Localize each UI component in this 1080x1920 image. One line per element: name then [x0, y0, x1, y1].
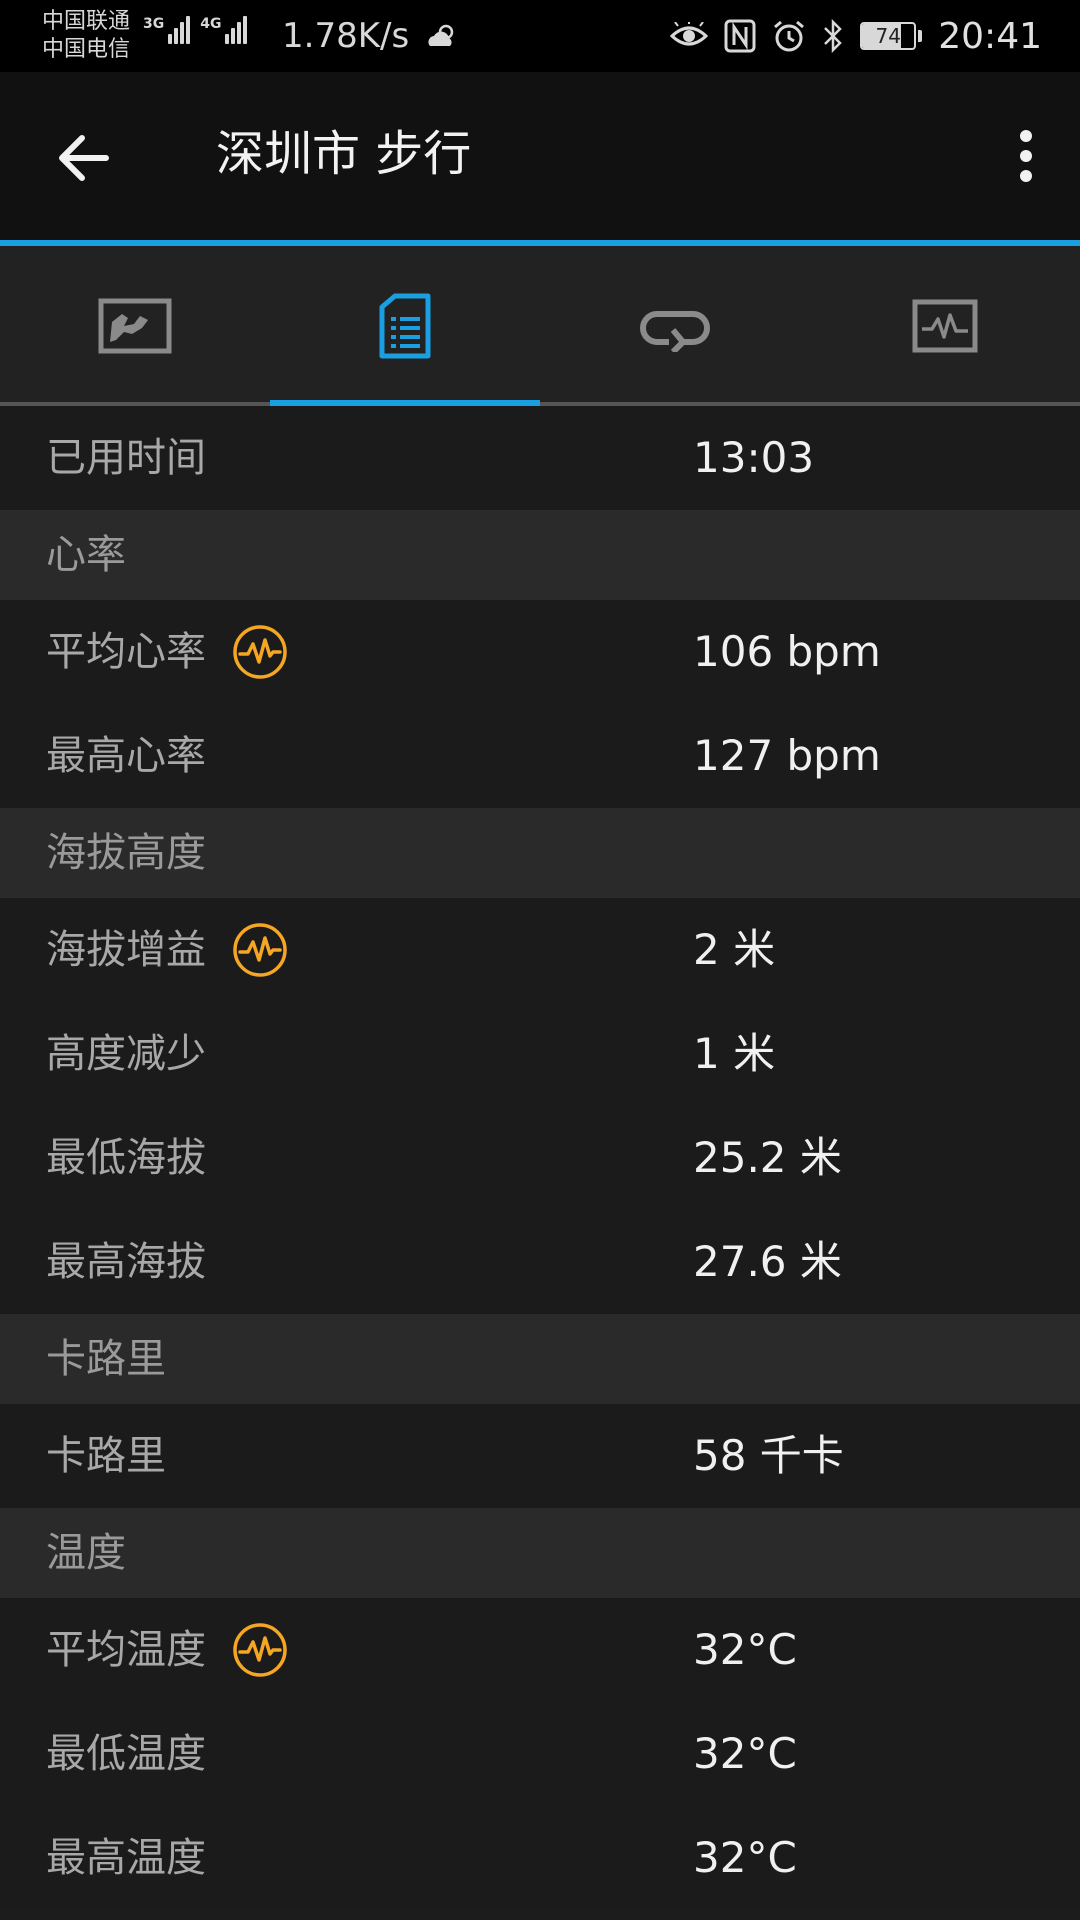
stat-label: 平均心率	[46, 629, 206, 675]
stat-value: 1 米	[693, 1029, 776, 1078]
battery-icon: 74	[860, 22, 917, 50]
section-header-label: 心率	[46, 532, 126, 578]
stat-value: 58 千卡	[693, 1431, 844, 1480]
bluetooth-icon	[824, 19, 843, 53]
stat-label: 最低温度	[46, 1731, 206, 1777]
stat-row-elapsed-time: 已用时间 13:03	[0, 406, 1080, 510]
status-icons: 74 20:41	[670, 10, 1042, 62]
stat-label: 最高海拔	[46, 1239, 206, 1285]
document-list-icon	[379, 293, 431, 359]
status-bar: 中国联通 中国电信 3G 4G 1.78K/s 74 20:41	[0, 0, 1080, 72]
stat-label: 平均温度	[46, 1627, 206, 1673]
stat-row-min-temp: 最低温度 32°C	[0, 1702, 1080, 1806]
stat-row-avg-hr[interactable]: 平均心率 106 bpm	[0, 600, 1080, 704]
stat-value: 106 bpm	[693, 627, 881, 676]
tab-details[interactable]	[270, 246, 540, 406]
laps-icon	[640, 311, 710, 352]
app-bar: 深圳市 步行	[0, 72, 1080, 240]
carrier-2: 中国电信	[42, 37, 131, 62]
stat-row-max-hr: 最高心率 127 bpm	[0, 704, 1080, 808]
alarm-icon	[774, 20, 805, 52]
section-header-label: 卡路里	[46, 1336, 166, 1382]
signal-4g-icon: 4G	[200, 16, 248, 44]
activity-chart-icon[interactable]	[232, 922, 288, 978]
stat-row-max-elev: 最高海拔 27.6 米	[0, 1210, 1080, 1314]
stat-row-avg-temp[interactable]: 平均温度 32°C	[0, 1598, 1080, 1702]
arrow-left-icon[interactable]	[52, 126, 116, 190]
carrier-names: 中国联通 中国电信	[42, 8, 130, 64]
map-icon	[98, 298, 172, 354]
signal-3g-icon: 3G	[143, 16, 191, 44]
battery-tip	[918, 30, 923, 42]
stat-value: 25.2 米	[693, 1133, 842, 1182]
page-title: 深圳市 步行	[216, 126, 472, 182]
stat-value: 27.6 米	[693, 1237, 842, 1286]
stat-label: 已用时间	[46, 435, 206, 481]
net-type-3g: 3G	[143, 16, 165, 32]
net-type-4g: 4G	[200, 16, 222, 32]
stat-row-elev-gain[interactable]: 海拔增益 2 米	[0, 898, 1080, 1002]
section-header-calories: 卡路里	[0, 1314, 1080, 1404]
tab-charts[interactable]	[810, 246, 1080, 406]
battery-level: 74	[875, 24, 901, 48]
section-header-label: 海拔高度	[46, 830, 206, 876]
stat-label: 最高心率	[46, 733, 206, 779]
stat-value: 32°C	[693, 1625, 797, 1674]
stat-value: 13:03	[693, 433, 815, 482]
stat-row-calories: 卡路里 58 千卡	[0, 1404, 1080, 1508]
more-vertical-icon[interactable]	[1006, 126, 1046, 190]
tab-bar	[0, 246, 1080, 406]
activity-chart-icon[interactable]	[232, 1622, 288, 1678]
stat-value: 2 米	[693, 925, 776, 974]
stat-row-min-elev: 最低海拔 25.2 米	[0, 1106, 1080, 1210]
stat-label: 最高温度	[46, 1835, 206, 1881]
stat-value: 127 bpm	[693, 731, 881, 780]
stat-label: 海拔增益	[46, 927, 206, 973]
clock: 20:41	[938, 15, 1042, 57]
section-header-temperature: 温度	[0, 1508, 1080, 1598]
section-header-label: 温度	[46, 1530, 126, 1576]
section-header-elevation: 海拔高度	[0, 808, 1080, 898]
nfc-icon	[724, 19, 756, 53]
chart-icon	[912, 299, 978, 353]
stat-row-elev-loss: 高度减少 1 米	[0, 1002, 1080, 1106]
stat-label: 卡路里	[46, 1433, 166, 1479]
tab-laps[interactable]	[540, 246, 810, 406]
network-speed: 1.78K/s	[282, 16, 410, 56]
carrier-1: 中国联通	[42, 9, 131, 34]
signal-indicators: 3G 4G	[143, 16, 248, 44]
stat-value: 32°C	[693, 1729, 797, 1778]
tab-map[interactable]	[0, 246, 270, 406]
section-header-heart-rate: 心率	[0, 510, 1080, 600]
stat-value: 32°C	[693, 1833, 797, 1882]
weather-icon	[428, 24, 454, 46]
stat-label: 高度减少	[46, 1031, 206, 1077]
stats-list: 已用时间 13:03 心率 平均心率 106 bpm 最高心率 127 bpm …	[0, 406, 1080, 1910]
activity-chart-icon[interactable]	[232, 624, 288, 680]
eye-icon	[670, 22, 709, 46]
stat-row-max-temp: 最高温度 32°C	[0, 1806, 1080, 1910]
stat-label: 最低海拔	[46, 1135, 206, 1181]
